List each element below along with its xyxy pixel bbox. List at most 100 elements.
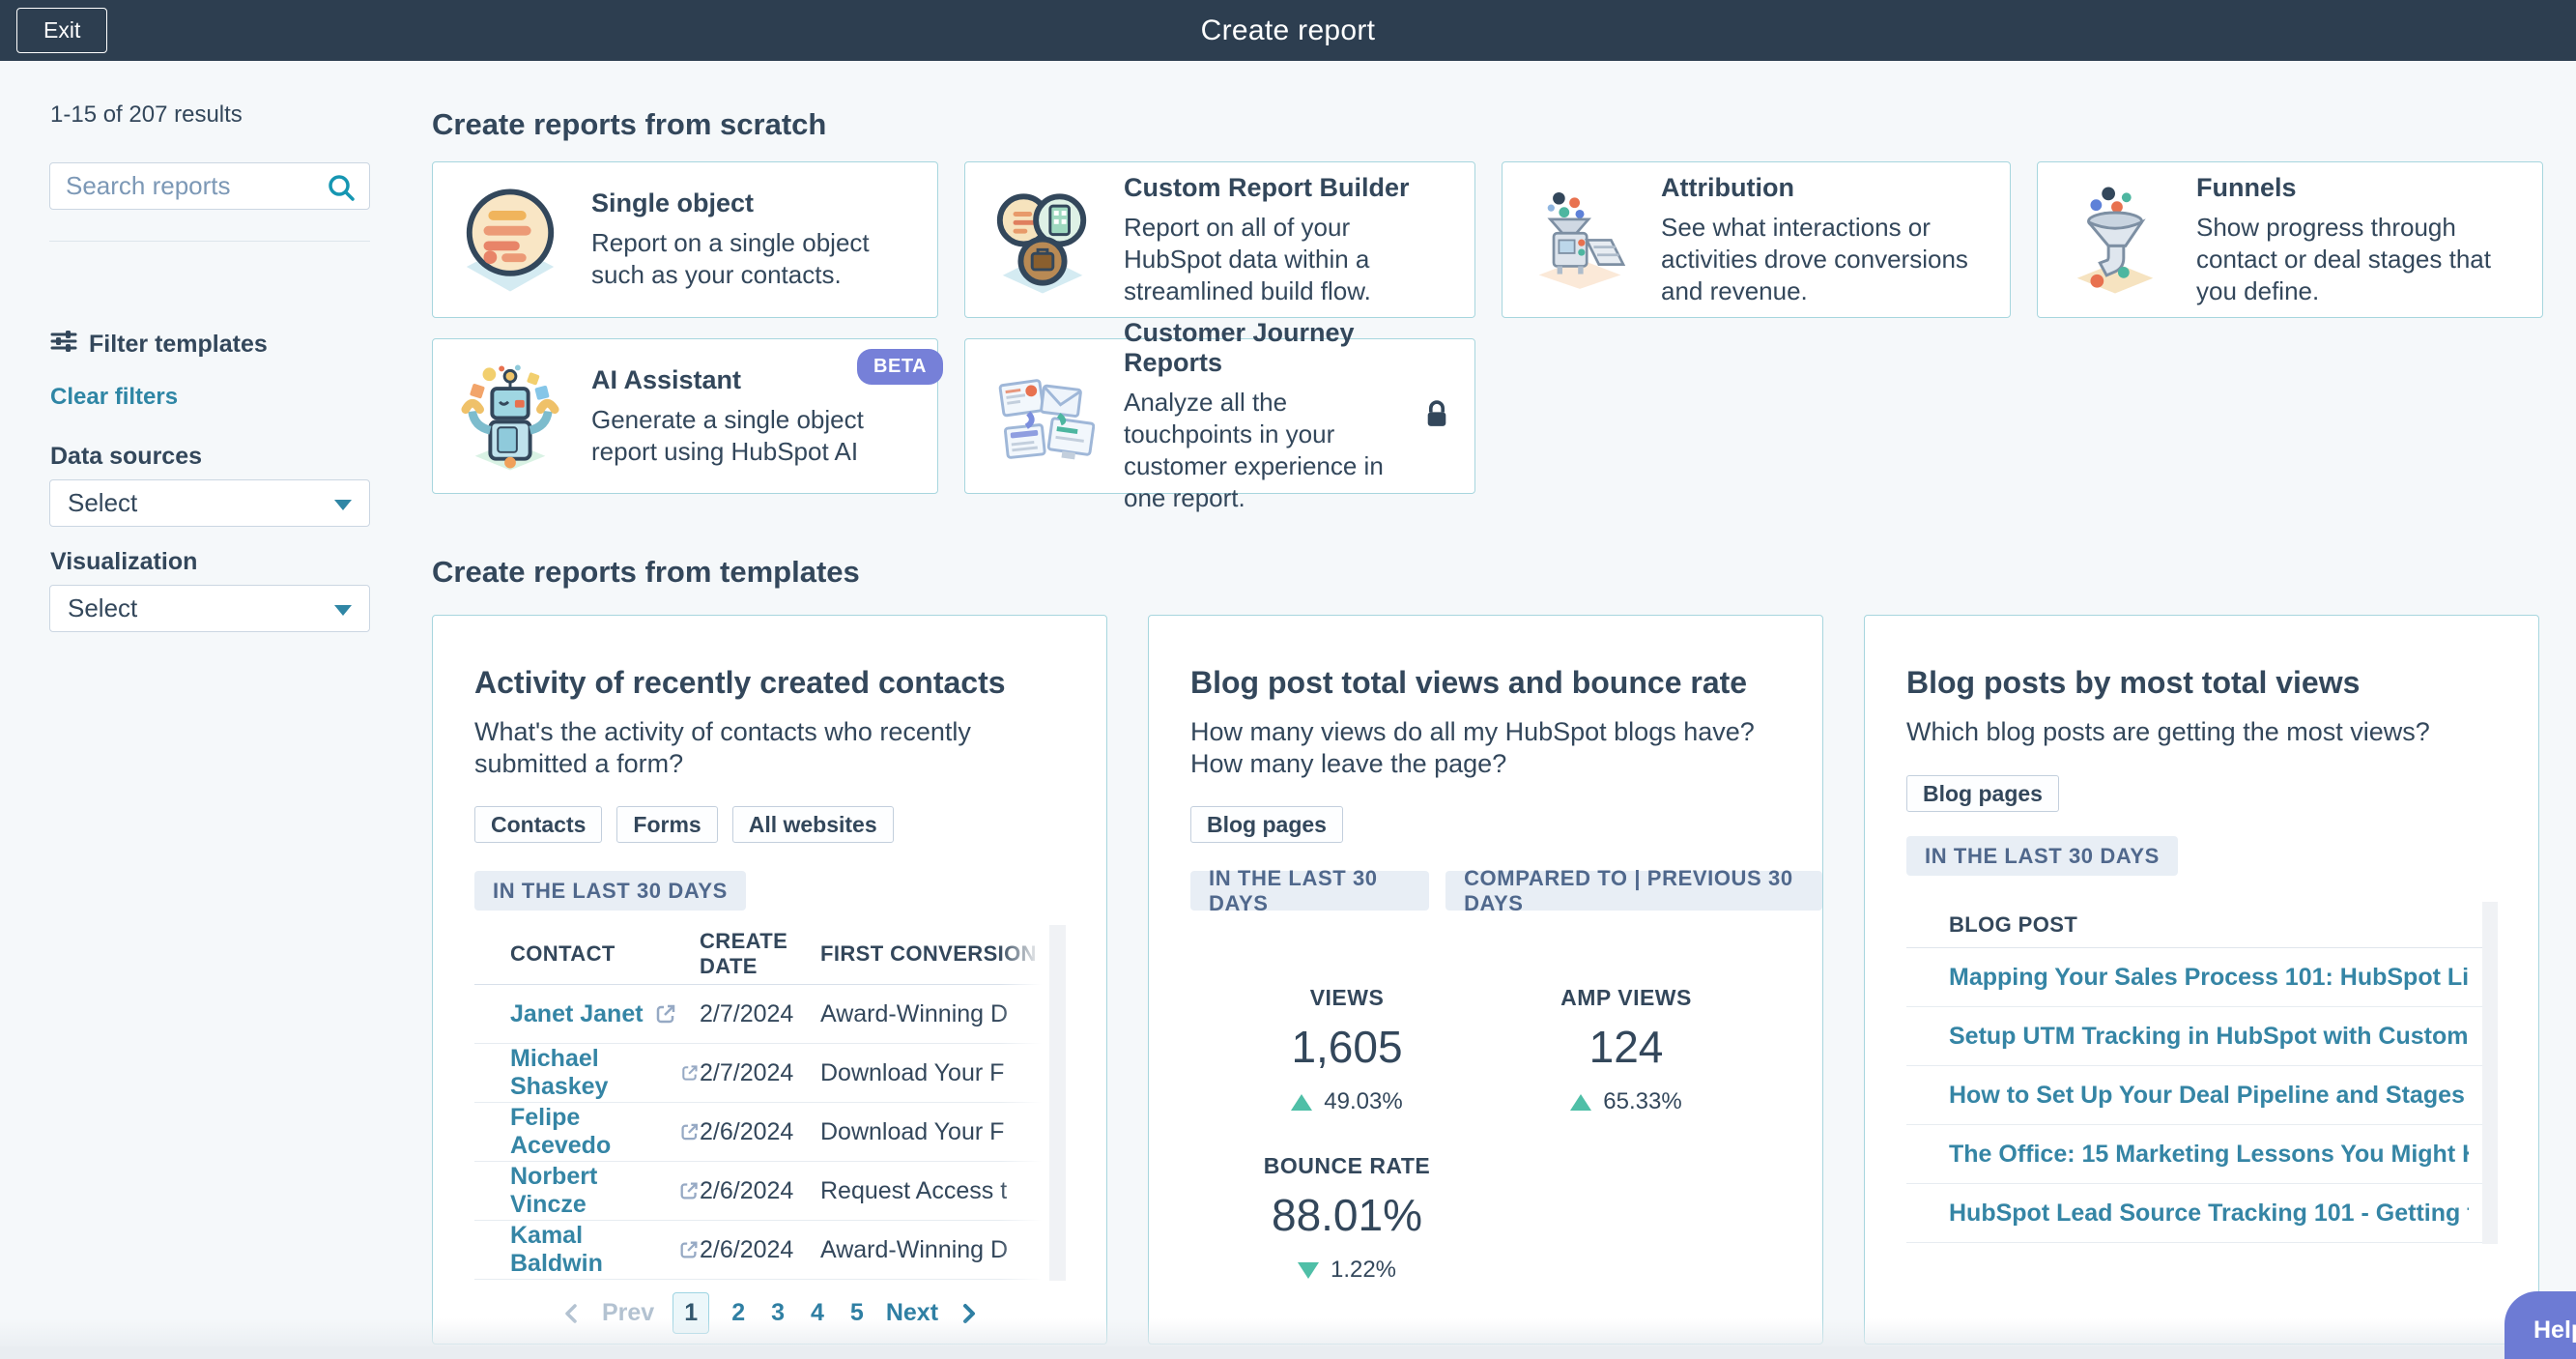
table-row: Janet Janet 2/7/2024 Award-Winning D xyxy=(474,985,1066,1044)
scratch-cards-row-2: BETA AI Assistant Generate a single obje… xyxy=(432,338,2576,494)
table-row: Michael Shaskey 2/7/2024 Download Your F xyxy=(474,1044,1066,1103)
data-sources-select[interactable]: Select xyxy=(49,479,370,527)
card-title: Funnels xyxy=(2196,173,2517,203)
attribution-icon xyxy=(1528,184,1632,296)
template-tags: Blog pages xyxy=(1906,775,2059,812)
customer-journey-icon xyxy=(990,361,1095,473)
chevron-down-icon xyxy=(334,605,352,616)
create-date-cell: 2/6/2024 xyxy=(700,1236,820,1264)
list-item: HubSpot Lead Source Tracking 101 - Getti… xyxy=(1906,1184,2498,1243)
create-date-cell: 2/6/2024 xyxy=(700,1177,820,1205)
card-ai-assistant[interactable]: BETA AI Assistant Generate a single obje… xyxy=(432,338,938,494)
stat-delta-value: 65.33% xyxy=(1603,1088,1681,1115)
card-title: Single object xyxy=(591,188,912,218)
chevron-left-icon[interactable] xyxy=(560,1302,584,1325)
external-link-icon xyxy=(654,1002,677,1026)
blog-post-link[interactable]: HubSpot Lead Source Tracking 101 - Getti… xyxy=(1949,1200,2469,1228)
card-title: Custom Report Builder xyxy=(1124,173,1449,203)
list-item: Mapping Your Sales Process 101: HubSpot … xyxy=(1906,948,2498,1007)
data-sources-value: Select xyxy=(68,488,137,518)
topbar: Exit Create report xyxy=(0,0,2576,61)
date-range-badge: IN THE LAST 30 DAYS xyxy=(1906,836,2178,876)
custom-report-builder-icon xyxy=(990,184,1095,296)
contact-link[interactable]: Norbert Vincze xyxy=(510,1163,700,1219)
card-customer-journey-reports[interactable]: Customer Journey Reports Analyze all the… xyxy=(964,338,1475,494)
stat-label: VIEWS xyxy=(1231,985,1463,1011)
first-conversion-cell: Request Access t xyxy=(820,1177,1066,1205)
table-row: Norbert Vincze 2/6/2024 Request Access t xyxy=(474,1162,1066,1221)
clear-filters-link[interactable]: Clear filters xyxy=(50,384,178,411)
page-button[interactable]: 3 xyxy=(767,1299,788,1327)
tag-forms: Forms xyxy=(616,806,717,843)
column-header-first-conversion: FIRST CONVERSION xyxy=(820,941,1066,967)
card-single-object[interactable]: Single object Report on a single object … xyxy=(432,161,938,318)
table-header-row: CONTACT CREATE DATE FIRST CONVERSION xyxy=(474,923,1066,985)
external-link-icon xyxy=(678,1179,700,1202)
tag-blog-pages: Blog pages xyxy=(1190,806,1343,843)
exit-button[interactable]: Exit xyxy=(16,8,107,53)
lock-icon xyxy=(1415,399,1449,434)
bottom-scroll-area[interactable] xyxy=(0,1346,2576,1359)
table-scrollbar[interactable] xyxy=(1049,925,1066,1281)
date-range-badge: IN THE LAST 30 DAYS xyxy=(1190,871,1429,911)
contact-link[interactable]: Felipe Acevedo xyxy=(510,1104,700,1160)
search-input[interactable] xyxy=(66,163,327,209)
filter-templates-label: Filter templates xyxy=(89,331,268,359)
funnels-icon xyxy=(2063,184,2167,296)
contact-link[interactable]: Michael Shaskey xyxy=(510,1045,700,1101)
template-badges: IN THE LAST 30 DAYS xyxy=(474,871,746,911)
create-date-cell: 2/7/2024 xyxy=(700,1000,820,1028)
prev-page-button[interactable]: Prev xyxy=(602,1299,654,1327)
page-button[interactable]: 2 xyxy=(728,1299,749,1327)
table-row: Kamal Baldwin 2/6/2024 Award-Winning D xyxy=(474,1221,1066,1280)
list-scrollbar[interactable] xyxy=(2482,902,2498,1244)
template-description: Which blog posts are getting the most vi… xyxy=(1906,716,2505,748)
filter-templates-heading: Filter templates xyxy=(50,328,268,361)
card-attribution[interactable]: Attribution See what interactions or act… xyxy=(1502,161,2011,318)
page-button-current[interactable]: 1 xyxy=(673,1292,709,1334)
page-button[interactable]: 5 xyxy=(846,1299,868,1327)
main-content: Create reports from scratch Single objec… xyxy=(432,61,2576,1359)
stat-amp-views: AMP VIEWS 124 65.33% xyxy=(1510,985,1742,1115)
trend-down-icon xyxy=(1298,1262,1319,1279)
template-title: Activity of recently created contacts xyxy=(474,665,1006,701)
stat-value: 88.01% xyxy=(1231,1189,1463,1241)
card-funnels[interactable]: Funnels Show progress through contact or… xyxy=(2037,161,2543,318)
contact-link[interactable]: Kamal Baldwin xyxy=(510,1222,700,1278)
scratch-section-heading: Create reports from scratch xyxy=(432,107,2576,142)
create-date-cell: 2/6/2024 xyxy=(700,1118,820,1146)
tag-contacts: Contacts xyxy=(474,806,602,843)
first-conversion-cell: Award-Winning D xyxy=(820,1000,1066,1028)
external-link-icon xyxy=(680,1061,700,1084)
external-link-icon xyxy=(678,1238,700,1261)
next-page-button[interactable]: Next xyxy=(886,1299,938,1327)
chevron-right-icon[interactable] xyxy=(957,1302,980,1325)
template-tags: Contacts Forms All websites xyxy=(474,806,894,843)
list-item: Setup UTM Tracking in HubSpot with Custo… xyxy=(1906,1007,2498,1066)
template-card-activity[interactable]: Activity of recently created contacts Wh… xyxy=(432,615,1107,1345)
card-description: Report on all of your HubSpot data withi… xyxy=(1124,212,1449,307)
blog-post-link[interactable]: Mapping Your Sales Process 101: HubSpot … xyxy=(1949,964,2469,992)
contacts-table: CONTACT CREATE DATE FIRST CONVERSION Jan… xyxy=(474,923,1066,1280)
card-description: Analyze all the touchpoints in your cust… xyxy=(1124,387,1415,514)
template-cards-row: Activity of recently created contacts Wh… xyxy=(432,615,2576,1345)
template-card-blog-views[interactable]: Blog post total views and bounce rate Ho… xyxy=(1148,615,1823,1345)
blog-post-link[interactable]: The Office: 15 Marketing Lessons You Mig… xyxy=(1949,1141,2469,1169)
stat-label: AMP VIEWS xyxy=(1510,985,1742,1011)
card-description: Generate a single object report using Hu… xyxy=(591,404,912,468)
card-custom-report-builder[interactable]: Custom Report Builder Report on all of y… xyxy=(964,161,1475,318)
stat-value: 1,605 xyxy=(1231,1021,1463,1073)
date-range-badge: IN THE LAST 30 DAYS xyxy=(474,871,746,911)
contact-link[interactable]: Janet Janet xyxy=(510,1000,700,1028)
page-button[interactable]: 4 xyxy=(807,1299,828,1327)
visualization-select[interactable]: Select xyxy=(49,585,370,632)
blog-post-link[interactable]: How to Set Up Your Deal Pipeline and Sta… xyxy=(1949,1082,2469,1110)
template-card-blog-top-posts[interactable]: Blog posts by most total views Which blo… xyxy=(1864,615,2539,1345)
template-badges: IN THE LAST 30 DAYS xyxy=(1906,836,2178,876)
search-icon[interactable] xyxy=(327,173,356,207)
blog-post-link[interactable]: Setup UTM Tracking in HubSpot with Custo… xyxy=(1949,1023,2469,1051)
stat-bounce-rate: BOUNCE RATE 88.01% 1.22% xyxy=(1231,1153,1463,1284)
help-button[interactable]: Help xyxy=(2504,1291,2576,1359)
stat-views: VIEWS 1,605 49.03% xyxy=(1231,985,1463,1115)
stat-delta-value: 49.03% xyxy=(1324,1088,1402,1115)
